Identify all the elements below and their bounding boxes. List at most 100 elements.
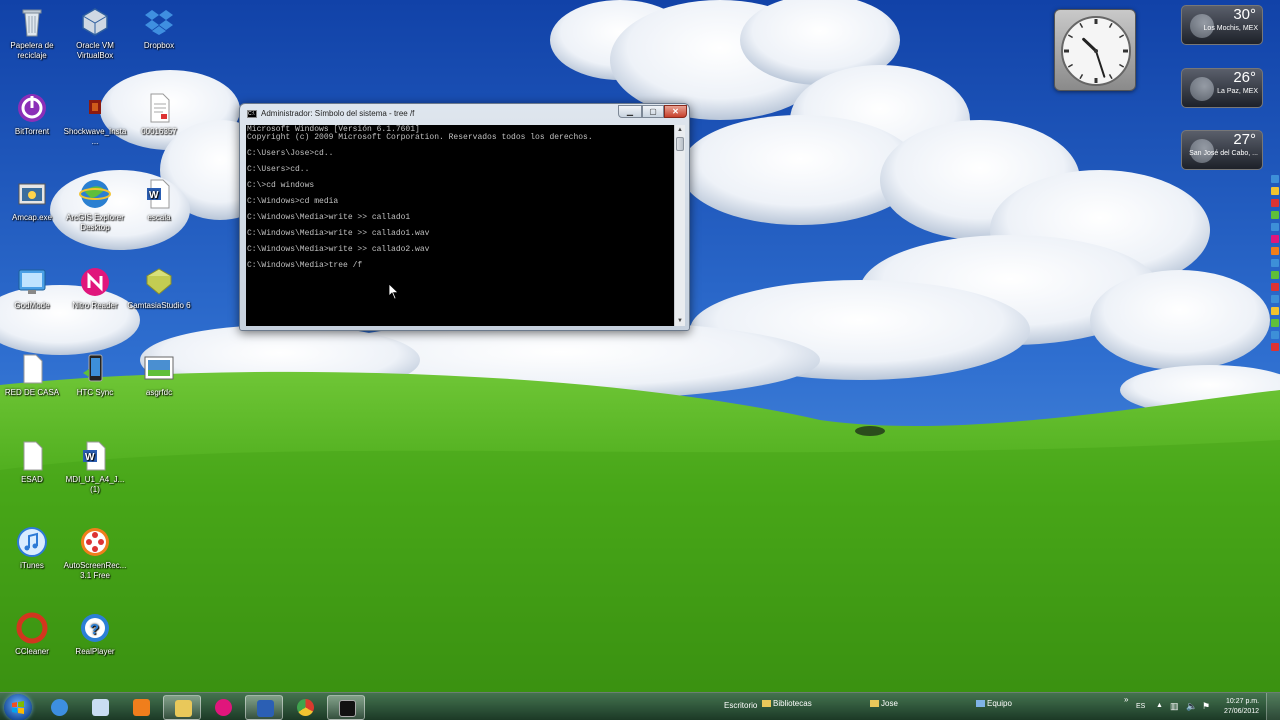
close-button[interactable]: ✕ [664, 105, 687, 118]
desktop-icon-label: CamtasiaStudio 6 [127, 301, 191, 310]
windows-logo-icon [12, 701, 24, 714]
desktop-icon-esad[interactable]: ESAD [0, 440, 64, 485]
folder-zip-icon [143, 266, 175, 298]
desktop-icon-label: CCleaner [15, 647, 49, 656]
toolbar-chevron-icon[interactable]: » [1124, 695, 1128, 704]
ccleaner-icon [16, 612, 48, 644]
desktop-icon-realplayer[interactable]: ? RealPlayer [63, 612, 127, 657]
language-indicator[interactable]: ES [1136, 703, 1145, 710]
nitro-reader-icon [215, 699, 232, 716]
desktop-icon-label: RealPlayer [75, 647, 115, 656]
show-hidden-icons-arrow-icon[interactable]: ▲ [1156, 702, 1163, 709]
desktop-icon-shockwave[interactable]: Shockwave_Insta... [63, 92, 127, 147]
vertical-scrollbar[interactable]: ▲ ▼ [674, 125, 685, 326]
taskbar-button-chrome[interactable] [286, 695, 324, 720]
arcgis-globe-icon [79, 178, 111, 210]
network-icon[interactable]: ▥ [1170, 701, 1179, 712]
desktop-icon-nitro-reader[interactable]: Nitro Reader [63, 266, 127, 311]
scrollbar-thumb[interactable] [676, 137, 684, 151]
toolbar-link-bibliotecas[interactable]: Bibliotecas [762, 699, 812, 708]
autoscreenrecorder-icon [79, 526, 111, 558]
toolbar-link-escritorio[interactable]: Escritorio [724, 701, 757, 710]
taskbar-button-windows-explorer[interactable] [163, 695, 201, 720]
desktop-icon-itunes[interactable]: iTunes [0, 526, 64, 571]
document-icon [143, 92, 175, 124]
desktop-icon-red-de-casa[interactable]: RED DE CASA [0, 353, 64, 398]
internet-explorer-icon [51, 699, 68, 716]
power-flag-icon[interactable]: ⚑ [1202, 701, 1210, 712]
desktop-icon-00016357[interactable]: 00016357 [127, 92, 191, 137]
start-button[interactable] [4, 694, 32, 720]
mouse-cursor-icon [389, 284, 399, 300]
toolbar-link-label: Jose [881, 699, 898, 708]
command-prompt-icon: C:\ [247, 110, 257, 118]
realplayer-icon: ? [79, 612, 111, 644]
desktop-icon-label: AutoScreenRec... 3.1 Free [63, 561, 127, 580]
desktop-icon-dropbox[interactable]: Dropbox [127, 6, 191, 51]
recycle-bin-icon [16, 6, 48, 38]
tray-time[interactable]: 10:27 p.m. [1226, 698, 1259, 705]
libraries-folder-icon [762, 700, 771, 708]
desktop-icon-asgrfdc[interactable]: asgrfdc [127, 353, 191, 398]
clock-gadget[interactable] [1054, 9, 1136, 91]
weather-gadget-3[interactable]: 27° San José del Cabo, ... [1181, 130, 1263, 170]
window-titlebar[interactable]: C:\ Administrador: Símbolo del sistema -… [240, 104, 689, 124]
weather-gadget-1[interactable]: 30° Los Mochis, MEX [1181, 5, 1263, 45]
command-prompt-window[interactable]: C:\ Administrador: Símbolo del sistema -… [239, 103, 690, 331]
taskbar-button-nitro-reader[interactable] [204, 695, 242, 720]
dropbox-icon [143, 6, 175, 38]
taskbar-button-command-prompt[interactable] [327, 695, 365, 720]
volume-icon[interactable]: 🔈 [1186, 701, 1197, 712]
minimize-button[interactable]: ▁ [618, 105, 642, 118]
weather-gadget-2[interactable]: 26° La Paz, MEX [1181, 68, 1263, 108]
screenshot-file-icon [143, 353, 175, 385]
desktop-icon-label: RED DE CASA [4, 388, 60, 397]
computer-icon [976, 700, 985, 708]
desktop-icon-label: 00016357 [141, 127, 177, 136]
maximize-button[interactable]: ▢ [642, 105, 664, 118]
scroll-up-arrow-icon[interactable]: ▲ [675, 125, 685, 135]
desktop-icon-mdi-doc[interactable]: W MDI_U1_A4_J... (1) [63, 440, 127, 495]
virtualbox-icon [79, 6, 111, 38]
taskbar-button-media-player[interactable] [122, 695, 160, 720]
chrome-icon [297, 699, 314, 716]
desktop-icon-label: Nitro Reader [72, 301, 118, 310]
weather-city: San José del Cabo, ... [1189, 150, 1258, 157]
itunes-icon [16, 526, 48, 558]
desktop-icon-godmode[interactable]: GodMode [0, 266, 64, 311]
console-line: Copyright (c) 2009 Microsoft Corporation… [247, 133, 593, 142]
taskbar-button-word[interactable] [245, 695, 283, 720]
desktop-icon-label: asgrfdc [145, 388, 173, 397]
desktop-icon-escala[interactable]: W escala [127, 178, 191, 223]
desktop-icon-recycle-bin[interactable]: Papelera de reciclaje [0, 6, 64, 61]
toolbar-link-equipo[interactable]: Equipo [976, 699, 1012, 708]
network-document-icon [16, 353, 48, 385]
desktop-icon-htc-sync[interactable]: HTC Sync [63, 353, 127, 398]
desktop-icon-virtualbox[interactable]: Oracle VM VirtualBox [63, 6, 127, 61]
desktop-icon-arcgis[interactable]: ArcGIS Explorer Desktop [63, 178, 127, 233]
htc-sync-icon [79, 353, 111, 385]
taskbar: Escritorio Bibliotecas Jose Equipo » ES … [0, 692, 1280, 720]
desktop-icon-label: Dropbox [143, 41, 175, 50]
desktop-icon-amcap[interactable]: Amcap.exe [0, 178, 64, 223]
control-panel-icon [16, 266, 48, 298]
weather-city: La Paz, MEX [1217, 88, 1258, 95]
toolbar-link-jose[interactable]: Jose [870, 699, 898, 708]
desktop-icon-ccleaner[interactable]: CCleaner [0, 612, 64, 657]
show-desktop-button[interactable] [1266, 693, 1280, 720]
word-document-icon: W [143, 178, 175, 210]
desktop-icon-label: iTunes [20, 561, 44, 570]
taskbar-button-internet-explorer[interactable] [40, 695, 78, 720]
desktop-icon-label: BitTorrent [14, 127, 50, 136]
toolbar-link-label: Bibliotecas [773, 699, 812, 708]
desktop-icon-camtasia[interactable]: CamtasiaStudio 6 [127, 266, 191, 311]
taskbar-button-notepad[interactable] [81, 695, 119, 720]
desktop-icon-bittorrent[interactable]: BitTorrent [0, 92, 64, 137]
command-prompt-icon [339, 700, 356, 717]
scroll-down-arrow-icon[interactable]: ▼ [675, 316, 685, 326]
console-output[interactable]: Microsoft Windows [Versión 6.1.7601] Copy… [246, 125, 674, 326]
tray-date[interactable]: 27/06/2012 [1224, 708, 1259, 715]
svg-text:W: W [85, 452, 95, 463]
desktop-icon-autoscreenrecorder[interactable]: AutoScreenRec... 3.1 Free [63, 526, 127, 581]
